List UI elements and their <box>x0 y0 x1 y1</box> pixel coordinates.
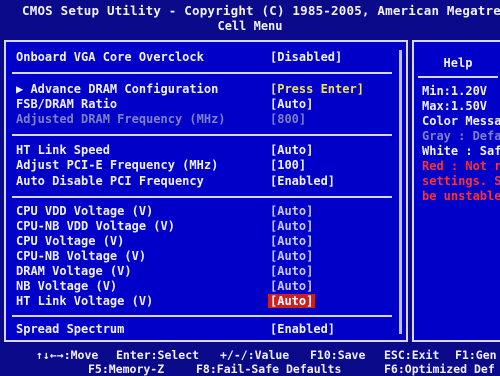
setting-value[interactable]: [Auto] <box>270 234 313 248</box>
setting-value[interactable]: [Auto] <box>270 143 313 157</box>
setting-value[interactable]: [Auto] <box>270 279 313 293</box>
help-title: Help <box>443 56 473 70</box>
setting-label: Auto Disable PCI Frequency <box>16 174 204 188</box>
submenu-label: ▶ Advance DRAM Configuration <box>16 82 219 96</box>
setting-label: FSB/DRAM Ratio <box>16 97 118 111</box>
setting-value[interactable]: [Auto] <box>270 97 313 111</box>
help-panel: Help Min:1.20V Max:1.50V Color Messa Gra… <box>412 40 500 342</box>
help-line: Red : Not r <box>422 159 500 173</box>
key-memory: F5:Memory-Z <box>88 362 165 376</box>
setting-label: Onboard VGA Core Overclock <box>16 50 204 64</box>
setting-label: DRAM Voltage (V) <box>16 264 132 278</box>
help-line: Gray : Defa <box>422 129 500 143</box>
key-optimized-defaults: F6:Optimized Def <box>384 362 495 376</box>
separator <box>12 72 392 74</box>
setting-value[interactable]: [Auto] <box>270 219 313 233</box>
title-bar: CMOS Setup Utility - Copyright (C) 1985-… <box>0 0 500 36</box>
setting-label: Adjusted DRAM Frequency (MHz) <box>16 112 226 126</box>
settings-panel: Onboard VGA Core Overclock [Disabled] ▶ … <box>4 40 408 342</box>
key-move: ↑↓←→:Move <box>36 348 99 362</box>
help-line: be unstable <box>422 189 500 203</box>
setting-label: Adjust PCI-E Frequency (MHz) <box>16 158 219 172</box>
key-legend: ↑↓←→:Move Enter:Select +/-/:Value F10:Sa… <box>0 346 500 376</box>
setting-label: HT Link Speed <box>16 143 110 157</box>
setting-value[interactable]: [Auto] <box>270 249 313 263</box>
setting-value: [800] <box>270 112 307 126</box>
key-save: F10:Save <box>310 348 366 362</box>
setting-label: HT Link Voltage (V) <box>16 294 154 308</box>
help-line: White : Saf <box>422 144 500 158</box>
help-line: Max:1.50V <box>422 99 488 113</box>
key-general-help: F1:Gen <box>455 348 497 362</box>
setting-label: Spread Spectrum <box>16 322 125 336</box>
key-exit: ESC:Exit <box>384 348 440 362</box>
setting-label: NB Voltage (V) <box>16 279 118 293</box>
selected-setting-value[interactable]: [Auto] <box>268 294 316 308</box>
help-line: Min:1.20V <box>422 84 488 98</box>
help-line: Color Messa <box>422 114 500 128</box>
setting-value[interactable]: [100] <box>270 158 306 172</box>
setting-label: CPU-NB Voltage (V) <box>16 249 147 263</box>
separator <box>12 315 392 317</box>
setting-value[interactable]: [Disabled] <box>270 50 342 64</box>
separator <box>12 196 392 198</box>
setting-value[interactable]: [Enabled] <box>270 174 335 188</box>
key-value: +/-/:Value <box>220 348 290 362</box>
key-select: Enter:Select <box>116 348 200 362</box>
separator <box>12 134 392 136</box>
setting-value[interactable]: [Enabled] <box>270 322 335 336</box>
menu-title: Cell Menu <box>217 19 283 33</box>
setting-label: CPU Voltage (V) <box>16 234 125 248</box>
app-title: CMOS Setup Utility - Copyright (C) 1985-… <box>22 3 500 18</box>
key-fail-safe-defaults: F8:Fail-Safe Defaults <box>196 362 342 376</box>
setting-value[interactable]: [Auto] <box>270 264 313 278</box>
submenu-value[interactable]: [Press Enter] <box>270 82 364 96</box>
setting-label: CPU-NB VDD Voltage (V) <box>16 219 175 233</box>
setting-value[interactable]: [Auto] <box>270 204 313 218</box>
help-line: settings. S <box>422 174 500 188</box>
scrollbar[interactable] <box>399 50 402 334</box>
setting-label: CPU VDD Voltage (V) <box>16 204 154 218</box>
separator <box>418 76 498 78</box>
